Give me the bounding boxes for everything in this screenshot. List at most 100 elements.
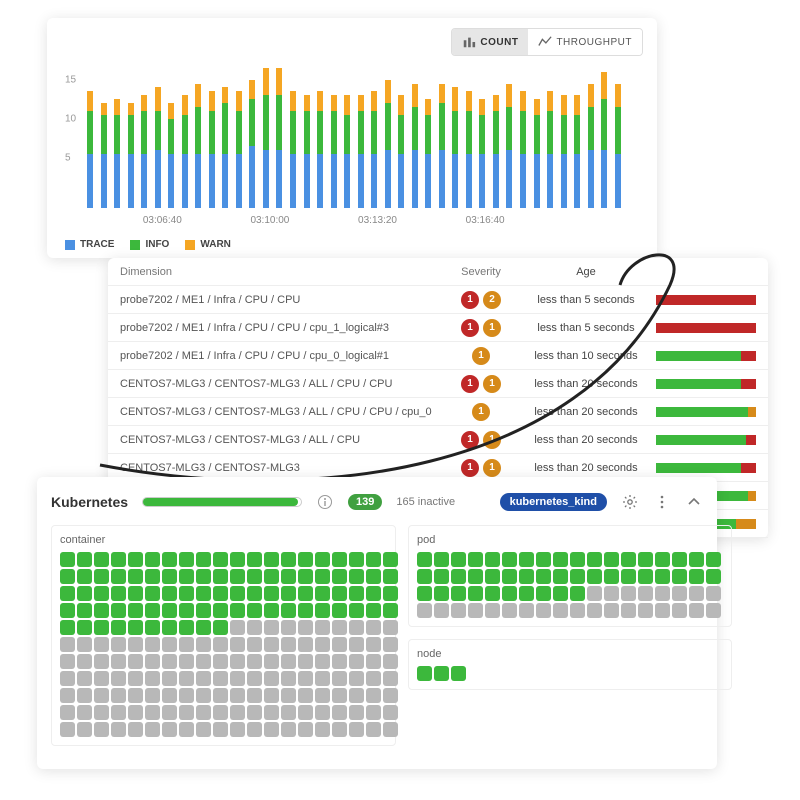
info-icon[interactable]: [316, 493, 334, 511]
status-cell[interactable]: [179, 569, 194, 584]
status-cell[interactable]: [60, 552, 75, 567]
status-cell[interactable]: [145, 603, 160, 618]
status-cell[interactable]: [213, 603, 228, 618]
status-cell[interactable]: [536, 603, 551, 618]
status-cell[interactable]: [672, 552, 687, 567]
status-cell[interactable]: [162, 688, 177, 703]
status-cell[interactable]: [349, 569, 364, 584]
status-cell[interactable]: [94, 603, 109, 618]
status-cell[interactable]: [366, 569, 381, 584]
status-cell[interactable]: [366, 637, 381, 652]
status-cell[interactable]: [111, 620, 126, 635]
status-cell[interactable]: [111, 569, 126, 584]
status-cell[interactable]: [230, 637, 245, 652]
status-cell[interactable]: [111, 586, 126, 601]
status-cell[interactable]: [264, 671, 279, 686]
status-cell[interactable]: [247, 671, 262, 686]
status-cell[interactable]: [298, 569, 313, 584]
status-cell[interactable]: [451, 603, 466, 618]
status-cell[interactable]: [60, 586, 75, 601]
status-cell[interactable]: [298, 688, 313, 703]
status-cell[interactable]: [485, 586, 500, 601]
status-cell[interactable]: [451, 586, 466, 601]
status-cell[interactable]: [111, 637, 126, 652]
status-cell[interactable]: [94, 569, 109, 584]
status-cell[interactable]: [77, 569, 92, 584]
status-cell[interactable]: [281, 671, 296, 686]
status-cell[interactable]: [332, 620, 347, 635]
status-cell[interactable]: [434, 586, 449, 601]
status-cell[interactable]: [60, 671, 75, 686]
status-cell[interactable]: [349, 620, 364, 635]
status-cell[interactable]: [298, 620, 313, 635]
count-toggle[interactable]: COUNT: [452, 29, 528, 55]
status-cell[interactable]: [689, 586, 704, 601]
status-cell[interactable]: [94, 637, 109, 652]
status-cell[interactable]: [553, 586, 568, 601]
status-cell[interactable]: [349, 552, 364, 567]
collapse-icon[interactable]: [685, 493, 703, 511]
status-cell[interactable]: [247, 722, 262, 737]
status-cell[interactable]: [196, 722, 211, 737]
status-cell[interactable]: [264, 637, 279, 652]
status-cell[interactable]: [332, 569, 347, 584]
status-cell[interactable]: [672, 569, 687, 584]
status-cell[interactable]: [383, 569, 398, 584]
status-cell[interactable]: [281, 569, 296, 584]
status-cell[interactable]: [332, 654, 347, 669]
status-cell[interactable]: [638, 552, 653, 567]
status-cell[interactable]: [213, 688, 228, 703]
status-cell[interactable]: [247, 620, 262, 635]
gear-icon[interactable]: [621, 493, 639, 511]
status-cell[interactable]: [315, 552, 330, 567]
status-cell[interactable]: [179, 552, 194, 567]
status-cell[interactable]: [179, 586, 194, 601]
status-cell[interactable]: [145, 654, 160, 669]
status-cell[interactable]: [94, 688, 109, 703]
status-cell[interactable]: [128, 603, 143, 618]
status-cell[interactable]: [247, 688, 262, 703]
status-cell[interactable]: [281, 688, 296, 703]
status-cell[interactable]: [60, 620, 75, 635]
status-cell[interactable]: [451, 666, 466, 681]
status-cell[interactable]: [383, 671, 398, 686]
status-cell[interactable]: [111, 603, 126, 618]
status-cell[interactable]: [60, 705, 75, 720]
status-cell[interactable]: [111, 705, 126, 720]
status-cell[interactable]: [587, 569, 602, 584]
scope-chip[interactable]: kubernetes_kind: [500, 493, 607, 511]
status-cell[interactable]: [383, 620, 398, 635]
status-cell[interactable]: [536, 569, 551, 584]
status-cell[interactable]: [519, 552, 534, 567]
status-cell[interactable]: [77, 654, 92, 669]
status-cell[interactable]: [213, 552, 228, 567]
status-cell[interactable]: [315, 586, 330, 601]
status-cell[interactable]: [689, 569, 704, 584]
table-row[interactable]: CENTOS7-MLG3 / CENTOS7-MLG3 / ALL / CPU …: [108, 370, 768, 398]
status-cell[interactable]: [196, 688, 211, 703]
status-cell[interactable]: [264, 569, 279, 584]
status-cell[interactable]: [315, 688, 330, 703]
status-cell[interactable]: [128, 586, 143, 601]
status-cell[interactable]: [298, 654, 313, 669]
status-cell[interactable]: [672, 603, 687, 618]
table-row[interactable]: CENTOS7-MLG3 / CENTOS7-MLG3 / ALL / CPU1…: [108, 426, 768, 454]
status-cell[interactable]: [60, 603, 75, 618]
status-cell[interactable]: [94, 586, 109, 601]
status-cell[interactable]: [536, 586, 551, 601]
status-cell[interactable]: [332, 552, 347, 567]
status-cell[interactable]: [417, 603, 432, 618]
status-cell[interactable]: [128, 671, 143, 686]
status-cell[interactable]: [162, 586, 177, 601]
status-cell[interactable]: [162, 671, 177, 686]
status-cell[interactable]: [417, 586, 432, 601]
status-cell[interactable]: [706, 569, 721, 584]
status-cell[interactable]: [145, 620, 160, 635]
status-cell[interactable]: [468, 569, 483, 584]
status-cell[interactable]: [247, 603, 262, 618]
status-cell[interactable]: [128, 637, 143, 652]
status-cell[interactable]: [281, 637, 296, 652]
status-cell[interactable]: [213, 637, 228, 652]
status-cell[interactable]: [604, 603, 619, 618]
status-cell[interactable]: [587, 603, 602, 618]
